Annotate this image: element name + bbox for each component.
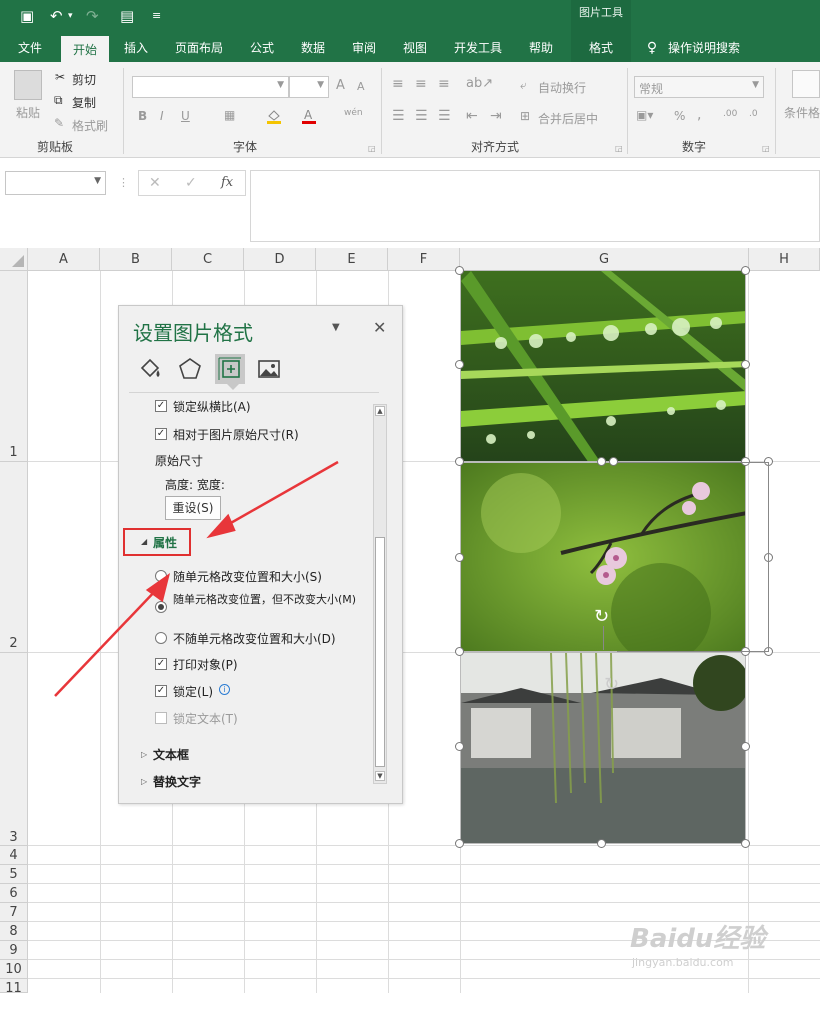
- watermark-brand: Baidu经验: [630, 924, 766, 954]
- watermark-url: jingyan.baidu.com: [632, 956, 734, 969]
- annotation-arrows: [54, 460, 339, 697]
